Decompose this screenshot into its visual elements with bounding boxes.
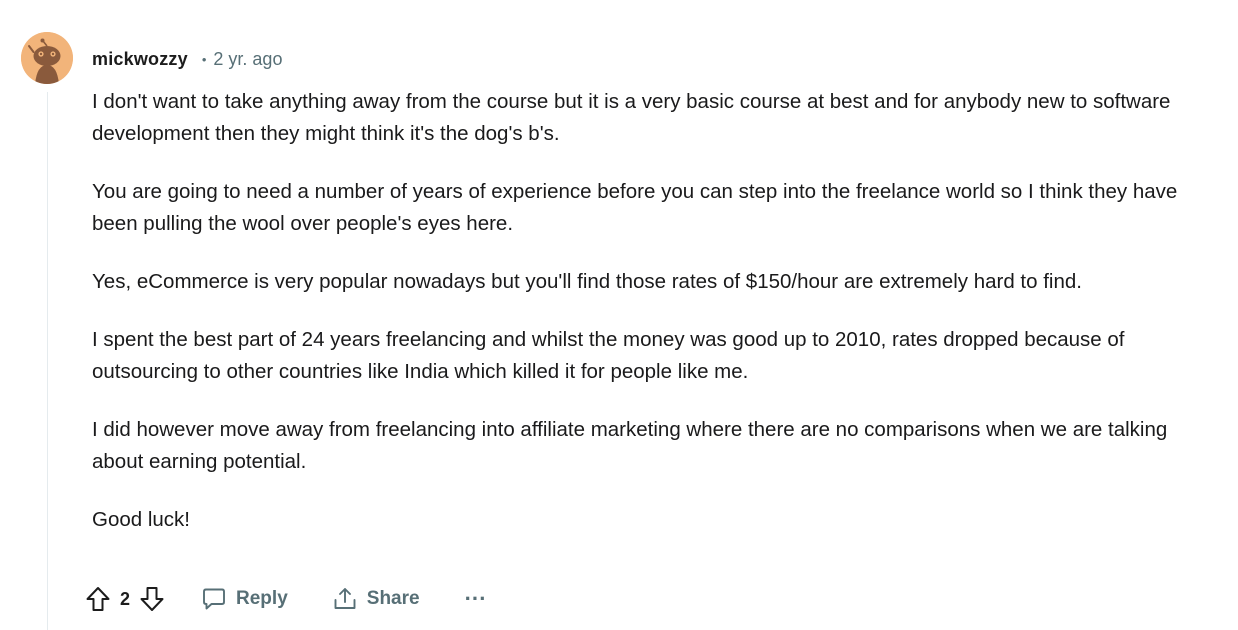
comment-paragraph: You are going to need a number of years … [92, 180, 1178, 235]
share-button[interactable]: Share [332, 580, 420, 618]
comment-paragraph: I spent the best part of 24 years freela… [92, 328, 1125, 383]
vote-score: 2 [120, 588, 131, 609]
share-upload-icon [332, 586, 358, 612]
more-options-button[interactable]: ··· [464, 580, 488, 618]
comment-body: I don't want to take anything away from … [92, 86, 1222, 562]
reply-label: Reply [236, 588, 288, 609]
meta-separator: • [201, 51, 207, 67]
comment-paragraph: Good luck! [92, 508, 190, 531]
upvote-button[interactable] [84, 582, 112, 616]
snoo-avatar-icon [21, 32, 73, 84]
comment-paragraph: I don't want to take anything away from … [92, 90, 1171, 145]
comment-paragraph: I did however move away from freelancing… [92, 418, 1168, 473]
comment-timestamp[interactable]: 2 yr. ago [213, 49, 282, 70]
reply-button[interactable]: Reply [201, 580, 288, 618]
ellipsis-icon: ··· [464, 586, 487, 611]
username-link[interactable]: mickwozzy [92, 49, 188, 70]
downvote-arrow-icon [140, 587, 164, 611]
upvote-arrow-icon [86, 587, 110, 611]
comment-action-bar: 2 Reply Share ··· [84, 580, 488, 618]
downvote-button[interactable] [138, 582, 166, 616]
vote-group: 2 [84, 582, 166, 616]
speech-bubble-icon [201, 586, 227, 612]
user-avatar[interactable] [21, 32, 73, 84]
comment-meta: mickwozzy • 2 yr. ago [92, 47, 282, 71]
comment-paragraph: Yes, eCommerce is very popular nowadays … [92, 270, 1082, 293]
share-label: Share [366, 588, 420, 609]
comment-thread-line[interactable] [47, 92, 48, 630]
